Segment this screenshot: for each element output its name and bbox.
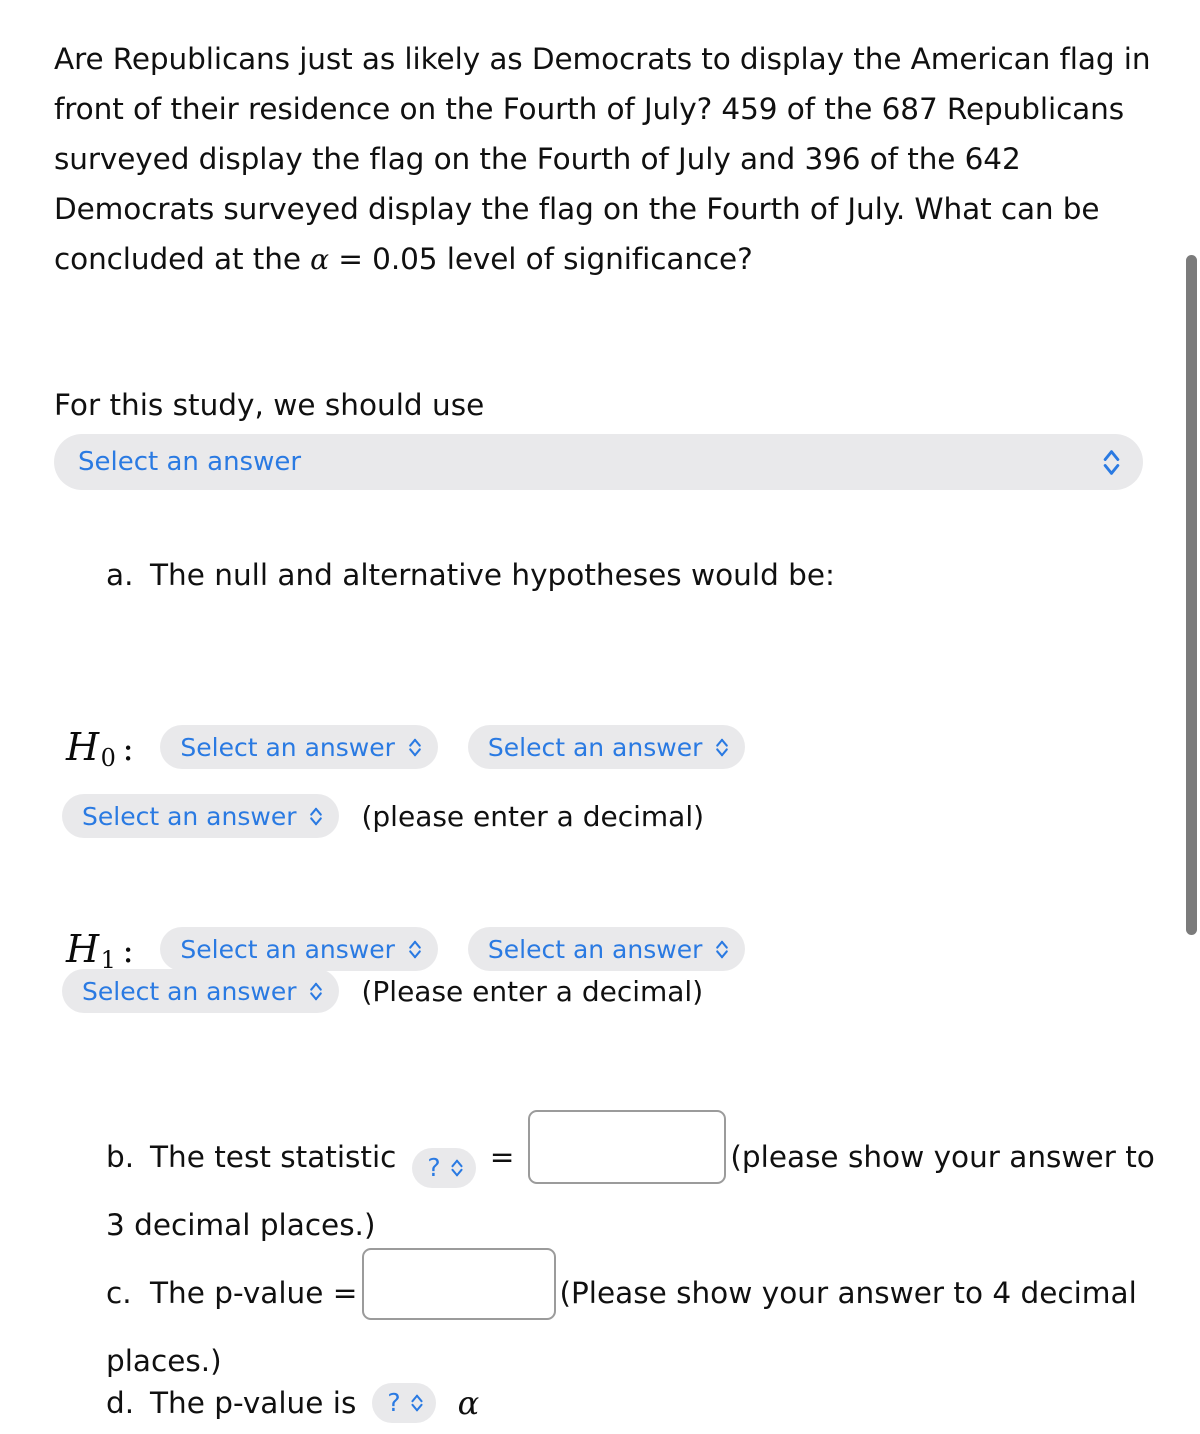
h1-decimal-hint: (Please enter a decimal) — [361, 974, 704, 1008]
chevron-up-down-icon — [309, 806, 323, 827]
list-marker-b: b. — [106, 1140, 135, 1174]
h0-decimal-hint: (please enter a decimal) — [361, 799, 705, 833]
h1-label: H1: — [66, 927, 135, 974]
study-method-select[interactable]: Select an answer — [54, 434, 1143, 490]
p-value-input[interactable] — [361, 1248, 556, 1320]
h1-select-2[interactable]: Select an answer — [467, 927, 746, 971]
vertical-scrollbar-thumb[interactable] — [1186, 255, 1197, 935]
h1-select-1[interactable]: Select an answer — [160, 927, 438, 971]
problem-text-part1: Are Republicans just as likely as Democr… — [54, 42, 1151, 276]
test-statistic-input[interactable] — [528, 1110, 727, 1184]
chevron-up-down-icon — [410, 1393, 424, 1413]
hypothesis-null-row: H0: Select an answer Select an answer — [66, 725, 746, 772]
list-item-c: c. The p-value = (Please show your answer … — [106, 1248, 1176, 1395]
h0-select-1[interactable]: Select an answer — [160, 725, 438, 769]
study-method-select-label: Select an answer — [78, 447, 302, 477]
problem-text-part2: = 0.05 level of significance? — [328, 242, 753, 276]
h1-select-1-label: Select an answer — [180, 934, 395, 964]
list-item-a: a. The null and alternative hypotheses wo… — [106, 558, 835, 592]
chevron-up-down-icon — [408, 737, 422, 758]
h1-select-2-label: Select an answer — [487, 934, 703, 964]
list-item-d: d. The p-value is? α — [106, 1379, 479, 1427]
h1-select-3[interactable]: Select an answer — [62, 969, 340, 1013]
p-value-compare-label: The p-value is — [150, 1386, 357, 1420]
alpha-symbol-d: α — [457, 1384, 480, 1422]
chevron-up-down-icon — [450, 1158, 464, 1178]
test-statistic-label: The test statistic — [150, 1140, 397, 1174]
list-marker-c: c. — [106, 1276, 132, 1310]
chevron-up-down-icon — [408, 939, 422, 960]
vertical-scrollbar-track[interactable] — [1182, 0, 1200, 1434]
h0-select-3[interactable]: Select an answer — [62, 794, 340, 838]
chevron-up-down-icon — [715, 939, 729, 960]
chevron-up-down-icon — [715, 737, 729, 758]
h0-select-2-label: Select an answer — [487, 732, 703, 762]
problem-statement: Are Republicans just as likely as Democr… — [54, 34, 1152, 285]
hypothesis-alt-value-row: Select an answer (Please enter a decimal… — [62, 969, 703, 1013]
p-value-compare-select-label: ? — [387, 1388, 401, 1417]
hypothesis-null-value-row: Select an answer (please enter a decimal… — [62, 794, 704, 838]
quiz-page: Are Republicans just as likely as Democr… — [0, 0, 1200, 1434]
h0-select-1-label: Select an answer — [180, 732, 395, 762]
test-statistic-type-label: ? — [427, 1153, 441, 1182]
list-item-b: b. The test statistic? = (please show your … — [106, 1110, 1166, 1259]
list-marker-a: a. — [106, 558, 134, 592]
h0-select-3-label: Select an answer — [82, 801, 297, 831]
h0-select-2[interactable]: Select an answer — [467, 725, 746, 769]
test-statistic-type-select[interactable]: ? — [412, 1148, 476, 1188]
p-value-label: The p-value = — [150, 1276, 358, 1310]
h0-label: H0: — [66, 725, 135, 772]
chevron-up-down-icon — [1102, 449, 1121, 476]
chevron-up-down-icon — [309, 981, 323, 1002]
list-marker-d: d. — [106, 1386, 135, 1420]
list-item-a-text: The null and alternative hypotheses woul… — [150, 558, 835, 592]
test-statistic-equals: = — [489, 1140, 515, 1174]
study-lead-label: For this study, we should use — [54, 388, 485, 422]
hypothesis-alt-row: H1: Select an answer Select an answer — [66, 927, 746, 974]
h1-select-3-label: Select an answer — [82, 976, 297, 1006]
p-value-compare-select[interactable]: ? — [372, 1383, 436, 1423]
alpha-symbol: α — [310, 243, 329, 276]
